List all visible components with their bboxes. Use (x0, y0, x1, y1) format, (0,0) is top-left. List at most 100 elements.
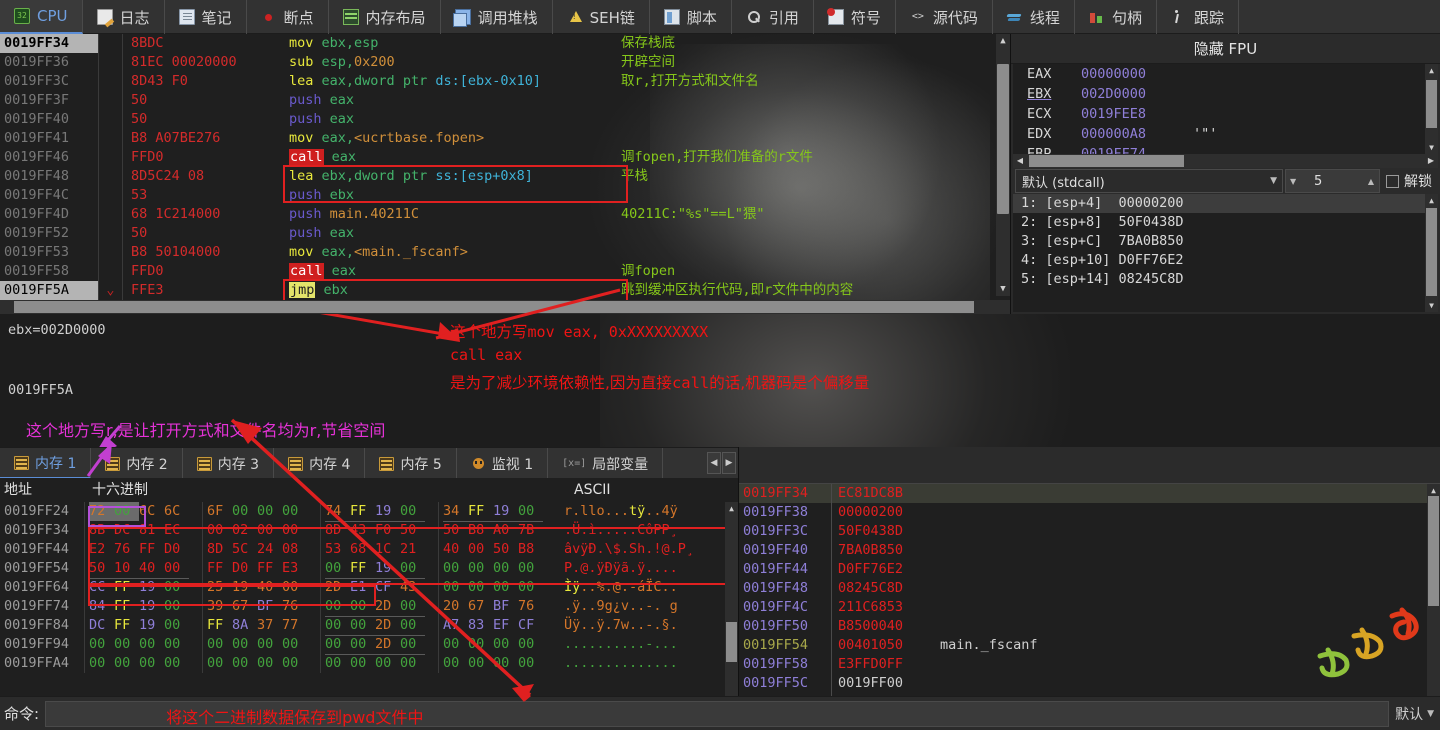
argument-row[interactable]: 5: [esp+14] 08245C8D (1013, 270, 1438, 289)
dump-byte[interactable]: 19 (493, 502, 518, 522)
dump-byte[interactable]: 8D (325, 521, 350, 540)
dump-byte[interactable]: DC (114, 521, 139, 540)
scroll-up-icon[interactable]: ▲ (996, 34, 1010, 48)
dump-byte[interactable]: 00 (325, 559, 350, 579)
dump-vscrollbar[interactable]: ▲ ▼ (725, 502, 738, 714)
dump-row[interactable]: 0019FFA400000000000000000000000000000000… (0, 654, 738, 673)
dump-byte-group[interactable]: 00000000 (202, 635, 320, 654)
dump-row[interactable]: 0019FF84DCFF1900FF8A377700002D00A783EFCF… (0, 616, 738, 635)
dump-byte[interactable]: 10 (114, 559, 139, 579)
dump-byte-group[interactable]: 53681C21 (320, 540, 438, 559)
dump-byte-group[interactable]: CCFF1900 (84, 578, 202, 597)
dump-byte-group[interactable]: 34FF1900 (438, 502, 556, 521)
disasm-hscrollbar[interactable] (0, 300, 1010, 314)
scroll-up-icon[interactable]: ▲ (1425, 194, 1438, 207)
dump-byte[interactable]: 00 (257, 654, 282, 673)
dump-byte[interactable]: A0 (493, 521, 518, 540)
dump-byte[interactable]: 6F (207, 502, 232, 521)
dump-byte-group[interactable]: 00000000 (438, 578, 556, 597)
tab-handles[interactable]: 句柄 (1075, 0, 1157, 34)
dump-byte[interactable]: F0 (375, 521, 400, 540)
dump-byte[interactable]: FF (114, 578, 139, 597)
dump-byte[interactable]: 8D (207, 540, 232, 559)
dump-byte[interactable]: 00 (493, 559, 518, 578)
dump-ascii[interactable]: .ÿ..9g¿v..-. g (556, 597, 678, 616)
dump-byte-group[interactable]: 00FF1900 (320, 559, 438, 578)
dump-byte[interactable]: 00 (232, 654, 257, 673)
dump-byte[interactable]: FF (257, 559, 282, 578)
dump-byte[interactable]: 00 (282, 521, 307, 540)
dump-byte[interactable]: 6C (164, 502, 189, 521)
tab-symbols[interactable]: 符号 (814, 0, 896, 34)
dump-byte[interactable]: 00 (232, 635, 257, 654)
dump-byte[interactable]: 00 (282, 654, 307, 673)
dump-byte[interactable]: 34 (443, 502, 468, 522)
dump-byte[interactable]: 00 (164, 578, 189, 597)
dump-ascii[interactable]: P.@.ÿÐÿã.ÿ.... (556, 559, 678, 578)
dump-byte-group[interactable]: 00000000 (84, 635, 202, 654)
dump-byte-group[interactable]: 8BDC81EC (84, 521, 202, 540)
dump-byte[interactable]: 00 (400, 597, 425, 617)
register-row[interactable]: EAX 00000000 (1013, 64, 1438, 84)
dump-byte-group[interactable]: DCFF1900 (84, 616, 202, 635)
register-value[interactable]: 0019FEE8 (1081, 104, 1193, 124)
dump-byte[interactable]: FF (207, 559, 232, 578)
dump-byte[interactable]: 68 (350, 540, 375, 559)
dump-byte[interactable]: 8B (89, 521, 114, 540)
dump-byte[interactable]: A7 (443, 616, 468, 635)
dump-byte-group[interactable]: FFD0FFE3 (202, 559, 320, 578)
dump-col-address[interactable]: 地址 (0, 478, 84, 502)
scroll-down-icon[interactable]: ▼ (1425, 299, 1438, 312)
disasm-vscrollbar[interactable]: ▲ ▼ (996, 34, 1010, 296)
dump-row[interactable]: 0019FF2472006C6C6F00000074FF190034FF1900… (0, 502, 738, 521)
disasm-row[interactable]: 0019FF46 FFD0 call eax 调fopen,打开我们准备的r文件 (0, 148, 1010, 167)
dump-byte[interactable]: 00 (114, 635, 139, 654)
tab-trace[interactable]: 跟踪 (1157, 0, 1239, 34)
dump-byte[interactable]: 00 (207, 635, 232, 654)
tab-call-stack[interactable]: 调用堆栈 (441, 0, 553, 34)
disasm-row[interactable]: 0019FF53 B8 50104000 mov eax,<main._fsca… (0, 243, 1010, 262)
stack-row[interactable]: 0019FF5C0019FF00 (739, 674, 1440, 693)
dump-byte[interactable]: FF (350, 559, 375, 579)
arguments-vscrollbar[interactable]: ▲ ▼ (1425, 194, 1438, 312)
dump-byte[interactable]: 19 (139, 616, 164, 635)
dump-byte[interactable]: E3 (282, 559, 307, 578)
stack-row[interactable]: 0019FF3C50F0438D (739, 522, 1440, 541)
dump-byte[interactable]: 00 (232, 502, 257, 521)
scroll-down-icon[interactable]: ▼ (1425, 141, 1438, 154)
hide-fpu-button[interactable]: 隐藏 FPU (1011, 34, 1440, 64)
tab-threads[interactable]: 线程 (993, 0, 1075, 34)
dump-ascii[interactable]: Ìÿ..%.@.-áÏC.. (556, 578, 678, 597)
dump-byte-group[interactable]: 00000000 (202, 654, 320, 673)
dump-byte[interactable]: BF (257, 597, 282, 616)
dump-byte-group[interactable]: 2DE1CF43 (320, 578, 438, 597)
dump-byte[interactable]: 00 (350, 635, 375, 655)
dump-byte[interactable]: 00 (350, 654, 375, 673)
dump-byte[interactable]: 00 (400, 559, 425, 579)
dump-byte[interactable]: 00 (468, 559, 493, 578)
register-value[interactable]: 0019FF74 (1081, 144, 1193, 154)
scroll-thumb[interactable] (1029, 155, 1184, 167)
dump-byte[interactable]: 19 (375, 502, 400, 522)
dump-byte[interactable]: 00 (400, 654, 425, 673)
dump-byte-group[interactable]: 00000000 (438, 559, 556, 578)
dump-byte[interactable]: 00 (400, 502, 425, 522)
dump-byte[interactable]: 19 (139, 597, 164, 616)
dump-byte[interactable]: 00 (164, 597, 189, 616)
dump-byte[interactable]: 08 (282, 540, 307, 559)
dump-byte[interactable]: 00 (443, 635, 468, 654)
command-mode-select[interactable]: 默认 ▼ (1389, 704, 1440, 724)
dump-byte[interactable]: 00 (375, 654, 400, 673)
disasm-row[interactable]: 0019FF36 81EC 00020000 sub esp,0x200 开辟空… (0, 53, 1010, 72)
dump-byte[interactable]: 00 (443, 559, 468, 578)
dump-byte[interactable]: 00 (518, 578, 543, 597)
dump-byte[interactable]: 00 (443, 654, 468, 673)
dump-byte-group[interactable]: 00000000 (438, 654, 556, 673)
dump-byte[interactable]: 77 (282, 616, 307, 635)
arguments-panel[interactable]: 1: [esp+4] 00000200 2: [esp+8] 50F0438D … (1013, 194, 1438, 312)
dump-byte[interactable]: 24 (257, 540, 282, 559)
dump-byte[interactable]: 00 (139, 654, 164, 673)
dump-byte[interactable]: 20 (443, 597, 468, 616)
disasm-row[interactable]: 0019FF48 8D5C24 08 lea ebx,dword ptr ss:… (0, 167, 1010, 186)
dump-byte[interactable]: 40 (139, 559, 164, 579)
